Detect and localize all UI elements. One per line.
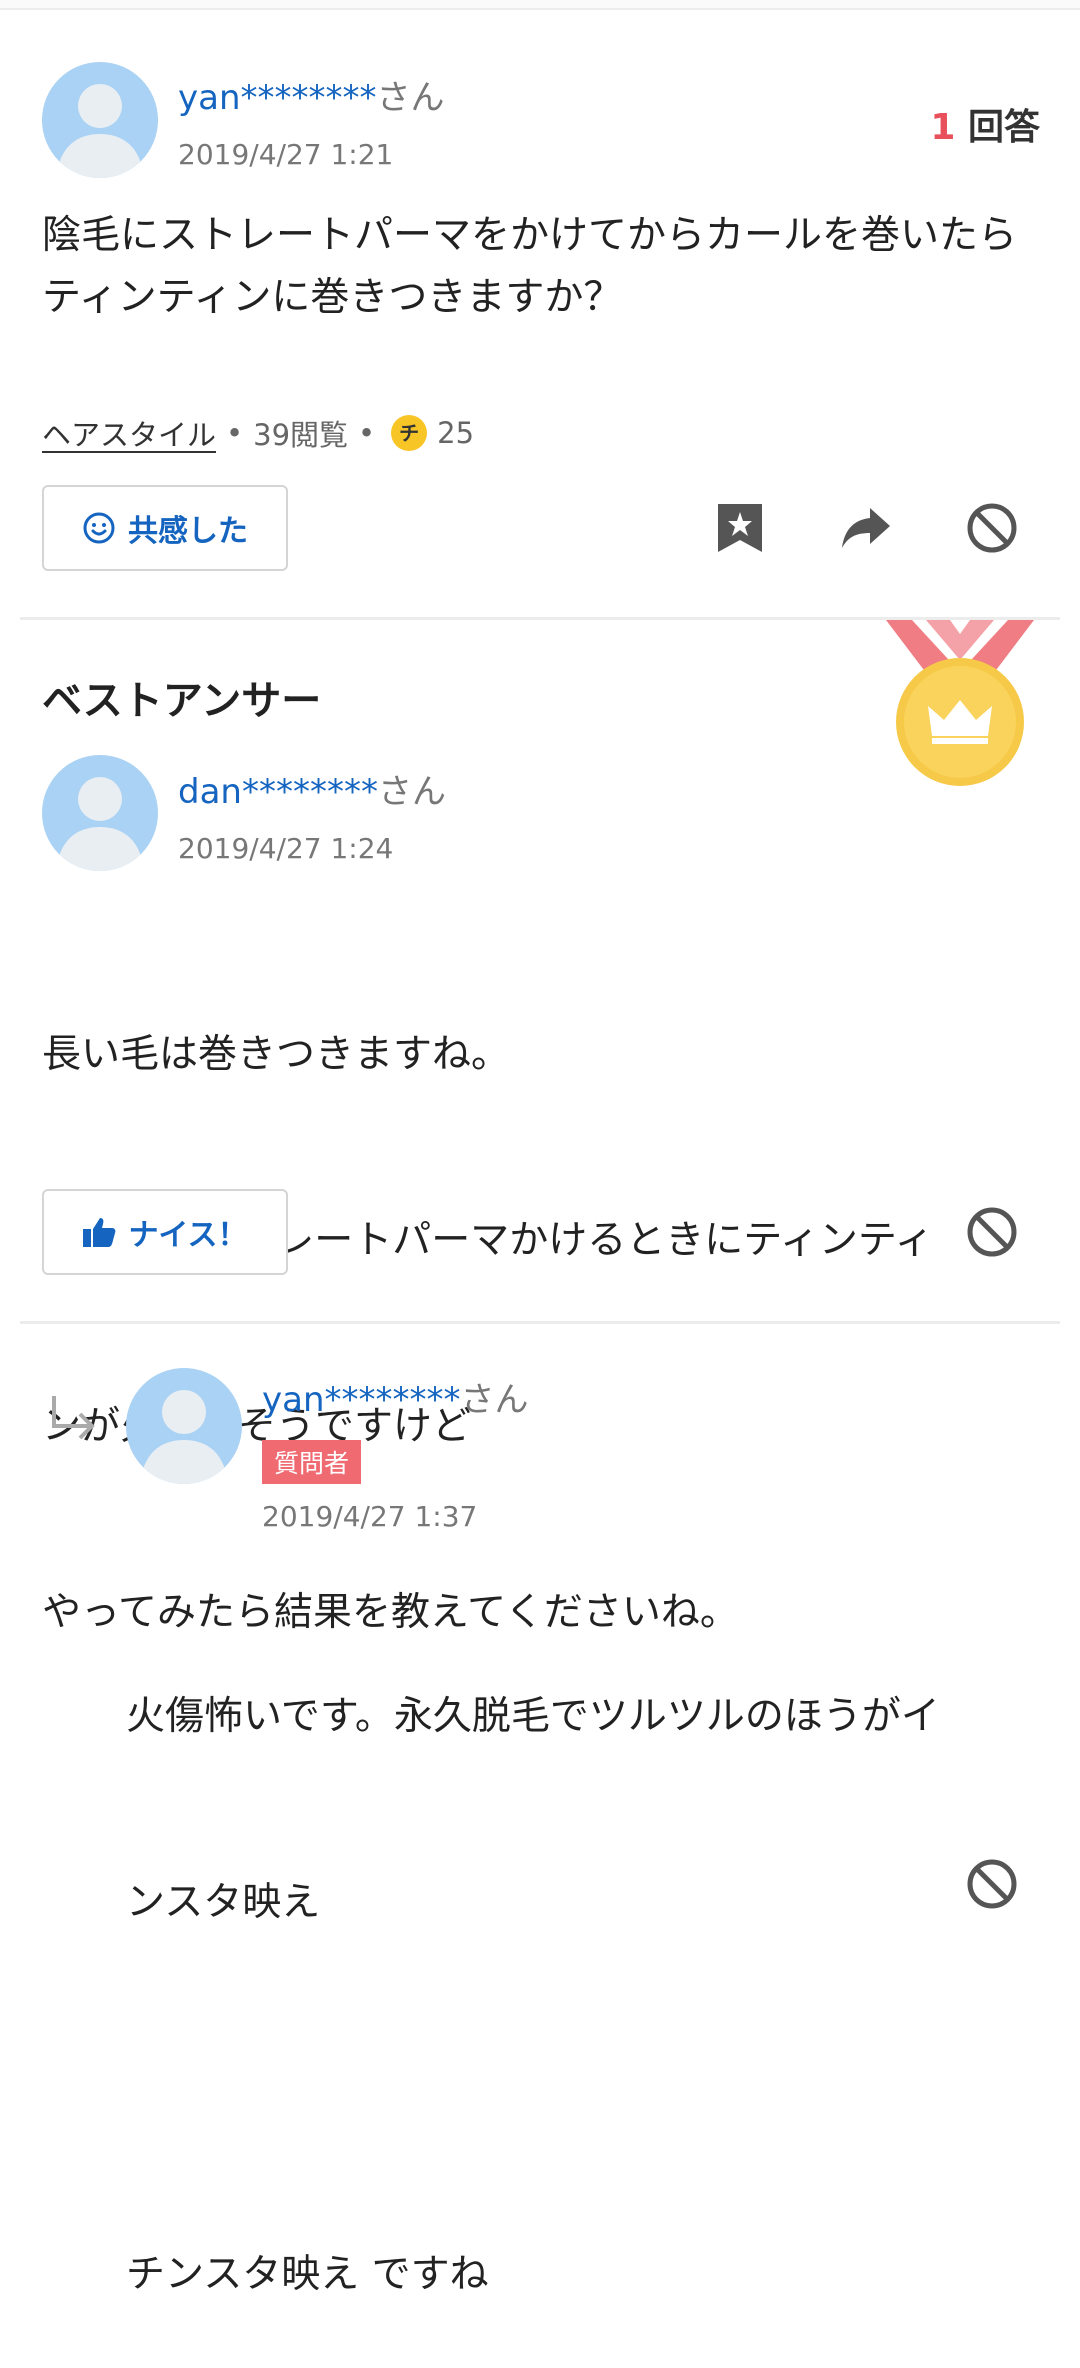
empathy-button-label: 共感した [128,514,248,549]
avatar-icon[interactable] [42,755,158,871]
honorific: さん [376,78,445,118]
honorific: さん [377,772,446,812]
block-icon[interactable] [964,500,1020,556]
coin-count: 25 [437,416,475,450]
reply-line [126,2058,1026,2120]
honorific: さん [460,1380,529,1420]
empathy-button[interactable]: 共感した [42,485,288,571]
top-border [0,0,1080,10]
question-meta: ヘアスタイル • 39閲覧 • チ 25 [42,412,474,454]
thumbs-up-icon [82,1216,116,1248]
share-icon[interactable] [838,500,894,556]
category-link[interactable]: ヘアスタイル [42,412,216,454]
answer-username-text[interactable]: dan******** [178,772,378,812]
section-divider [20,1321,1060,1324]
meta-separator: • [358,416,376,450]
bookmark-icon[interactable] [712,500,768,556]
questioner-badge: 質問者 [262,1440,362,1484]
answers-count-label: 回答 [967,107,1040,148]
question-date: 2019/4/27 1:21 [178,138,394,171]
reply-line: チンスタ映え ですね [126,2252,489,2297]
question-username-text[interactable]: yan******** [178,78,377,118]
reply-line: ンスタ映え [126,1880,321,1925]
reply-username-text[interactable]: yan******** [262,1380,461,1420]
question-username[interactable]: yan********さん [178,70,445,119]
nice-button-label: ナイス！ [128,1218,248,1253]
best-answer-title: ベストアンサー [42,678,322,724]
block-icon[interactable] [964,1204,1020,1260]
reply-username[interactable]: yan********さん [262,1372,529,1421]
answer-date: 2019/4/27 1:24 [178,832,394,865]
block-icon[interactable] [964,1856,1020,1912]
reply-text: 火傷怖いです。永久脱毛でツルツルのほうがイ ンスタ映え チンスタ映え ですね [126,1562,1026,2368]
smile-icon [82,511,116,545]
meta-separator: • [226,416,244,450]
reply-line: 火傷怖いです。永久脱毛でツルツルのほうがイ [126,1694,940,1739]
answer-line: 長い毛は巻きつきますね。 [42,1032,511,1077]
answers-count-number: 1 [930,107,956,148]
question-text: 陰毛にストレートパーマをかけてからカールを巻いたらティンティンに巻きつきますか？ [42,213,1018,320]
reply-date: 2019/4/27 1:37 [262,1500,478,1533]
answers-count[interactable]: 1 回答 [930,98,1040,150]
avatar-icon[interactable] [42,62,158,178]
medal-icon [880,620,1040,790]
avatar-icon[interactable] [126,1368,242,1484]
coin-icon: チ [391,415,428,451]
answer-username[interactable]: dan********さん [178,764,446,813]
nice-button[interactable]: ナイス！ [42,1189,288,1275]
reply-arrow-icon [46,1392,102,1448]
view-count: 39閲覧 [253,418,349,452]
